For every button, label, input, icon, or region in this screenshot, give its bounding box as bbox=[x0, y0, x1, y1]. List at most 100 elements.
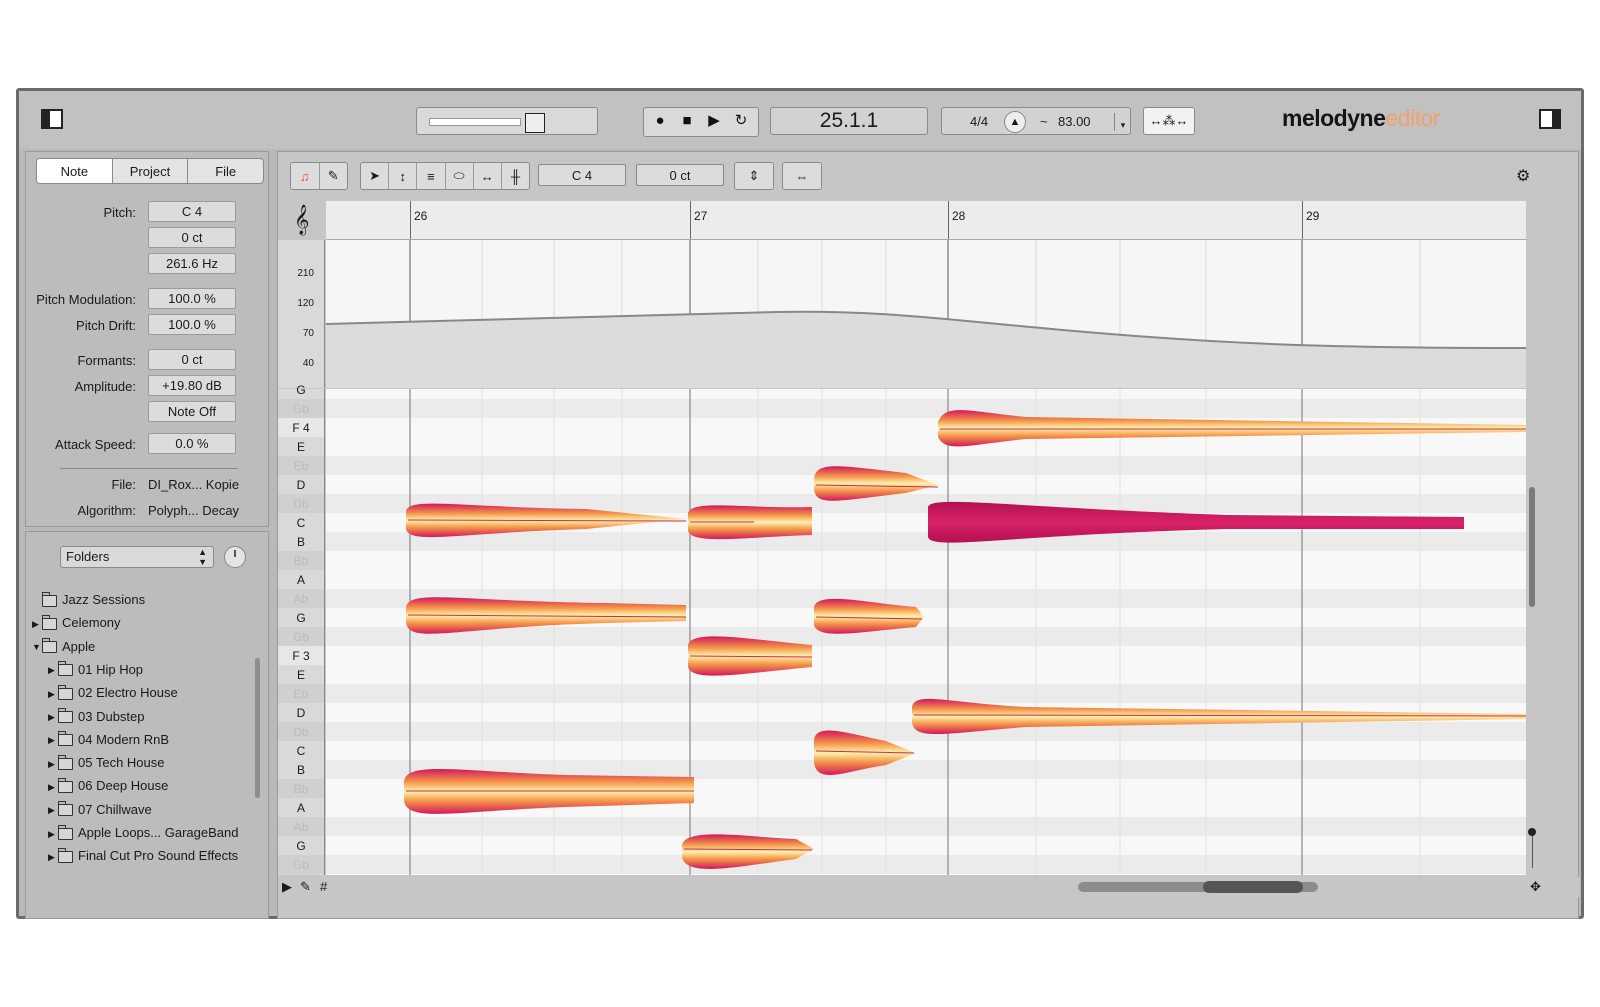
tempo-field[interactable]: 4/4 ▲ ~ 83.00 ▾ bbox=[941, 107, 1131, 135]
piano-key[interactable]: C bbox=[278, 741, 324, 760]
folder-item[interactable]: ▶ 03 Dubstep bbox=[48, 707, 145, 727]
note-tool-icon[interactable]: ♫ bbox=[291, 163, 320, 189]
vertical-zoom-scrollbar[interactable] bbox=[1529, 487, 1535, 607]
chevron-right-icon[interactable]: ▶ bbox=[48, 847, 58, 867]
formants-field[interactable]: 0 ct bbox=[148, 349, 236, 370]
chevron-right-icon[interactable]: ▶ bbox=[48, 660, 58, 680]
cycle-button[interactable]: ↻ bbox=[728, 107, 754, 133]
piano-key[interactable]: E bbox=[278, 665, 324, 684]
scrub-tool-icon[interactable]: ✎ bbox=[300, 879, 311, 895]
tab-note[interactable]: Note bbox=[37, 159, 113, 183]
pitch-cents-field[interactable]: 0 ct bbox=[148, 227, 236, 248]
pointer-icon[interactable]: ➤ bbox=[361, 163, 390, 189]
folder-item[interactable]: ▼ Apple bbox=[32, 637, 95, 657]
stop-button[interactable]: ■ bbox=[674, 107, 700, 133]
note-off-button[interactable]: Note Off bbox=[148, 401, 236, 422]
piano-key[interactable]: Bb bbox=[278, 551, 324, 570]
toggle-left-panel-button[interactable] bbox=[41, 109, 63, 129]
formant-tool-icon[interactable]: ⬭ bbox=[446, 163, 474, 189]
piano-keyboard[interactable]: G Gb F 4 E Eb D Db C B Bb A Ab G Gb F 3 E Eb D Db C B Bb A Ab G G… bbox=[278, 383, 325, 875]
piano-key[interactable]: F 3 bbox=[278, 646, 324, 665]
folder-item[interactable]: ▶ 02 Electro House bbox=[48, 683, 178, 703]
piano-key[interactable]: Gb bbox=[278, 399, 324, 418]
time-tool-icon[interactable]: ↔ bbox=[474, 163, 502, 189]
time-macro-icon[interactable]: ⇔ bbox=[783, 163, 821, 189]
scrub-slider[interactable] bbox=[416, 107, 598, 135]
folder-item[interactable]: ▶ Celemony bbox=[32, 613, 121, 633]
note-blob[interactable] bbox=[688, 505, 812, 540]
piano-key[interactable]: Ab bbox=[278, 817, 324, 836]
folders-select[interactable]: Folders ▲ ▼ bbox=[60, 546, 214, 568]
play-button[interactable]: ▶ bbox=[701, 107, 727, 133]
cents-field[interactable]: 0 ct bbox=[636, 164, 724, 186]
piano-key[interactable]: D bbox=[278, 703, 324, 722]
fit-view-icon[interactable]: ✥ bbox=[1530, 879, 1541, 895]
folder-item[interactable]: ▶ Apple Loops... GarageBand bbox=[48, 823, 238, 843]
amplitude-tool-icon[interactable]: ≡ bbox=[417, 163, 446, 189]
pitch-modulation-field[interactable]: 100.0 % bbox=[148, 288, 236, 309]
piano-key[interactable]: G bbox=[278, 836, 324, 855]
folder-item[interactable]: ▶ 05 Tech House bbox=[48, 753, 165, 773]
tab-project[interactable]: Project bbox=[113, 159, 189, 183]
audio-to-midi-button[interactable]: ↔⁂↔ bbox=[1143, 107, 1195, 135]
chevron-right-icon[interactable]: ▶ bbox=[32, 614, 42, 634]
chevron-right-icon[interactable]: ▶ bbox=[48, 707, 58, 727]
pitch-hz-field[interactable]: 261.6 Hz bbox=[148, 253, 236, 274]
chevron-down-icon[interactable]: ▾ bbox=[1114, 113, 1131, 131]
chevron-right-icon[interactable]: ▶ bbox=[48, 684, 58, 704]
note-field[interactable]: C 4 bbox=[538, 164, 626, 186]
chevron-right-icon[interactable]: ▶ bbox=[48, 824, 58, 844]
attack-speed-field[interactable]: 0.0 % bbox=[148, 433, 236, 454]
folder-item[interactable]: ▶ 04 Modern RnB bbox=[48, 730, 169, 750]
piano-key[interactable]: B bbox=[278, 532, 324, 551]
piano-key[interactable]: D bbox=[278, 475, 324, 494]
separation-tool-icon[interactable]: ╫ bbox=[502, 163, 529, 189]
piano-key[interactable]: Ab bbox=[278, 589, 324, 608]
bar-ruler[interactable]: 26 27 28 29 bbox=[326, 201, 1526, 240]
browser-scrollbar[interactable] bbox=[255, 658, 260, 798]
volume-knob[interactable] bbox=[224, 546, 246, 568]
pitch-note-field[interactable]: C 4 bbox=[148, 201, 236, 222]
tab-file[interactable]: File bbox=[188, 159, 263, 183]
piano-key[interactable]: Eb bbox=[278, 456, 324, 475]
chevron-right-icon[interactable]: ▶ bbox=[48, 800, 58, 820]
toggle-right-panel-button[interactable] bbox=[1539, 109, 1561, 129]
pitch-macro-icon[interactable]: ⇕ bbox=[735, 163, 773, 189]
note-grid[interactable] bbox=[326, 389, 1526, 875]
pitch-drift-field[interactable]: 100.0 % bbox=[148, 314, 236, 335]
horizontal-scrollbar-thumb[interactable] bbox=[1203, 881, 1303, 893]
chevron-down-icon[interactable]: ▼ bbox=[32, 637, 42, 657]
piano-key[interactable]: A bbox=[278, 798, 324, 817]
piano-key[interactable]: G bbox=[278, 608, 324, 627]
folder-item[interactable]: ▶ 06 Deep House bbox=[48, 776, 168, 796]
piano-key[interactable]: G bbox=[278, 380, 324, 399]
amplitude-field[interactable]: +19.80 dB bbox=[148, 375, 236, 396]
piano-key[interactable]: A bbox=[278, 570, 324, 589]
folder-item[interactable]: Jazz Sessions bbox=[32, 590, 145, 610]
folder-item[interactable]: ▶ Final Cut Pro Sound Effects bbox=[48, 846, 238, 866]
wrench-icon[interactable]: ✎ bbox=[320, 163, 348, 189]
piano-key[interactable]: Gb bbox=[278, 627, 324, 646]
time-signature[interactable]: 4/4 bbox=[970, 114, 988, 129]
piano-key[interactable]: Db bbox=[278, 494, 324, 513]
chevron-right-icon[interactable]: ▶ bbox=[48, 730, 58, 750]
pitch-tool-icon[interactable]: ↕ bbox=[389, 163, 418, 189]
record-button[interactable]: ● bbox=[647, 107, 673, 133]
piano-key[interactable]: Eb bbox=[278, 684, 324, 703]
play-from-cursor-icon[interactable]: ▶ bbox=[282, 879, 292, 895]
tempo-value[interactable]: 83.00 bbox=[1058, 114, 1091, 129]
chevron-right-icon[interactable]: ▶ bbox=[48, 754, 58, 774]
chevron-right-icon[interactable]: ▶ bbox=[48, 777, 58, 797]
gear-icon[interactable]: ⚙ bbox=[1516, 166, 1530, 186]
piano-key[interactable]: B bbox=[278, 760, 324, 779]
zoom-slider-handle[interactable] bbox=[1528, 828, 1536, 836]
treble-clef-icon[interactable]: 𝄞 bbox=[294, 204, 309, 236]
folder-item[interactable]: ▶ 07 Chillwave bbox=[48, 800, 152, 820]
metronome-icon[interactable]: ▲ bbox=[1004, 111, 1026, 133]
tempo-curve-lane[interactable] bbox=[326, 240, 1526, 388]
piano-key[interactable]: E bbox=[278, 437, 324, 456]
piano-key[interactable]: Db bbox=[278, 722, 324, 741]
piano-key[interactable]: Bb bbox=[278, 779, 324, 798]
piano-key[interactable]: Gb bbox=[278, 855, 324, 874]
position-counter[interactable]: 25.1.1 bbox=[770, 107, 928, 135]
